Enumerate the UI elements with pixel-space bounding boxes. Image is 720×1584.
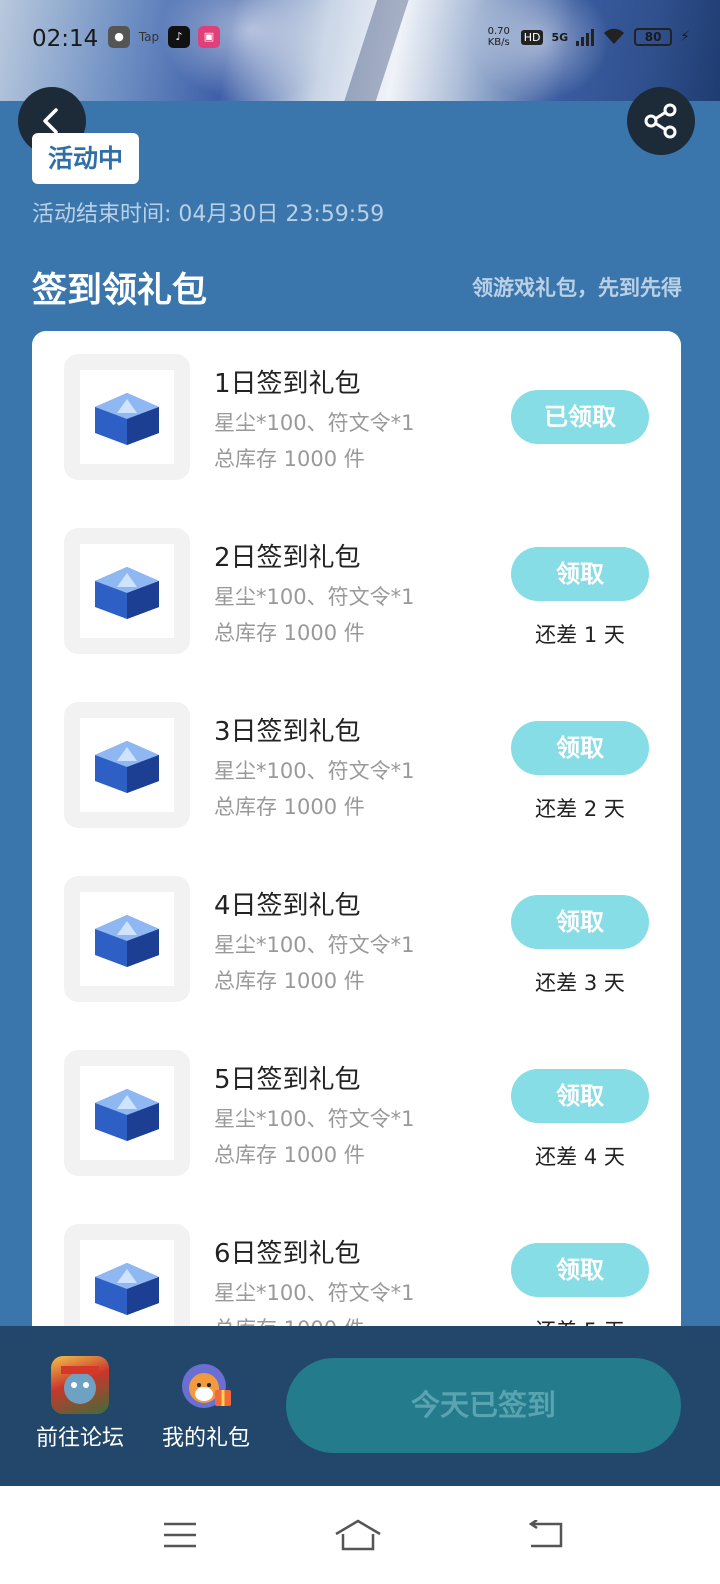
charging-icon: ⚡ <box>680 29 690 45</box>
tiktok-icon: ♪ <box>168 26 190 48</box>
forum-game-icon <box>51 1356 109 1414</box>
net-speed-value: 0.70 <box>487 26 510 37</box>
claimed-button[interactable]: 已领取 <box>511 390 649 444</box>
forum-button[interactable]: 前往论坛 <box>30 1356 130 1452</box>
gift-thumbnail <box>64 528 190 654</box>
gift-thumbnail <box>64 1050 190 1176</box>
claim-button[interactable]: 领取 <box>511 1243 649 1297</box>
gift-thumbnail <box>64 354 190 480</box>
system-navigation-bar <box>0 1486 720 1584</box>
claim-button[interactable]: 领取 <box>511 547 649 601</box>
signed-in-today-button[interactable]: 今天已签到 <box>286 1358 681 1453</box>
treasure-chest-icon <box>95 1263 159 1315</box>
gift-list-card: 1日签到礼包 星尘*100、符文令*1 总库存 1000 件 已领取 2日签到礼… <box>32 331 681 1331</box>
recent-apps-button[interactable] <box>155 1510 205 1560</box>
treasure-chest-icon <box>95 741 159 793</box>
wifi-icon <box>604 28 625 44</box>
menu-icon <box>164 1522 196 1548</box>
forum-label: 前往论坛 <box>35 1426 124 1451</box>
share-button[interactable] <box>627 87 695 155</box>
back-arrow-icon <box>528 1520 563 1548</box>
gift-contents: 星尘*100、符文令*1 <box>214 759 415 783</box>
gift-contents: 星尘*100、符文令*1 <box>214 411 415 435</box>
gift-row-day-4: 4日签到礼包 星尘*100、符文令*1 总库存 1000 件 领取 还差 3 天 <box>32 853 681 1003</box>
treasure-chest-icon <box>95 567 159 619</box>
gift-contents: 星尘*100、符文令*1 <box>214 1281 415 1305</box>
status-time: 02:14 <box>32 26 99 52</box>
days-remaining: 还差 1 天 <box>535 623 625 647</box>
treasure-chest-icon <box>95 915 159 967</box>
net-speed-unit: KB/s <box>487 37 510 48</box>
home-button[interactable] <box>333 1510 383 1560</box>
gift-contents: 星尘*100、符文令*1 <box>214 585 415 609</box>
app-notification-icon: ▣ <box>198 26 220 48</box>
gift-row-day-5: 5日签到礼包 星尘*100、符文令*1 总库存 1000 件 领取 还差 4 天 <box>32 1027 681 1177</box>
activity-end-time: 活动结束时间: 04月30日 23:59:59 <box>32 202 385 227</box>
my-gifts-label: 我的礼包 <box>161 1426 250 1451</box>
network-type: 5G <box>551 30 569 44</box>
gift-stock: 总库存 1000 件 <box>214 1143 365 1167</box>
gift-name: 4日签到礼包 <box>214 891 361 921</box>
gift-name: 3日签到礼包 <box>214 717 361 747</box>
chevron-left-icon <box>43 108 58 134</box>
gift-contents: 星尘*100、符文令*1 <box>214 1107 415 1131</box>
gift-name: 1日签到礼包 <box>214 369 361 399</box>
gift-mascot-icon <box>177 1356 235 1414</box>
gift-stock: 总库存 1000 件 <box>214 969 365 993</box>
days-remaining: 还差 3 天 <box>535 971 625 995</box>
status-bar: 02:14 ● Tap ♪ ▣ 0.70 KB/s HD 5G 80 ⚡ <box>0 20 720 60</box>
treasure-chest-icon <box>95 393 159 445</box>
days-remaining: 还差 2 天 <box>535 797 625 821</box>
hd-icon: HD <box>520 29 544 45</box>
gift-contents: 星尘*100、符文令*1 <box>214 933 415 957</box>
gift-row-day-6: 6日签到礼包 星尘*100、符文令*1 总库存 1000 件 领取 还差 5 天 <box>32 1201 681 1331</box>
share-icon <box>644 103 677 139</box>
signal-icon <box>576 28 595 46</box>
my-gifts-button[interactable]: 我的礼包 <box>156 1356 256 1452</box>
gift-name: 6日签到礼包 <box>214 1239 361 1269</box>
gift-stock: 总库存 1000 件 <box>214 447 365 471</box>
gift-thumbnail <box>64 876 190 1002</box>
gift-row-day-3: 3日签到礼包 星尘*100、符文令*1 总库存 1000 件 领取 还差 2 天 <box>32 679 681 829</box>
section-subtitle: 领游戏礼包，先到先得 <box>472 276 682 300</box>
gift-name: 5日签到礼包 <box>214 1065 361 1095</box>
claim-button[interactable]: 领取 <box>511 721 649 775</box>
gift-row-day-1: 1日签到礼包 星尘*100、符文令*1 总库存 1000 件 已领取 <box>32 331 681 481</box>
home-icon <box>335 1519 381 1551</box>
claim-button[interactable]: 领取 <box>511 1069 649 1123</box>
gift-stock: 总库存 1000 件 <box>214 621 365 645</box>
claim-button[interactable]: 领取 <box>511 895 649 949</box>
gift-stock: 总库存 1000 件 <box>214 795 365 819</box>
gift-row-day-2: 2日签到礼包 星尘*100、符文令*1 总库存 1000 件 领取 还差 1 天 <box>32 505 681 655</box>
wechat-icon: ● <box>108 26 130 48</box>
days-remaining: 还差 4 天 <box>535 1145 625 1169</box>
gift-thumbnail <box>64 702 190 828</box>
section-title: 签到领礼包 <box>32 271 208 311</box>
treasure-chest-icon <box>95 1089 159 1141</box>
bottom-action-bar: 前往论坛 我的礼包 今天已签到 <box>0 1326 720 1486</box>
activity-status-badge: 活动中 <box>32 133 140 184</box>
taptap-icon: Tap <box>138 30 160 44</box>
notification-icons: ● Tap ♪ ▣ <box>108 26 220 48</box>
gift-thumbnail <box>64 1224 190 1331</box>
battery-icon: 80 <box>634 28 673 46</box>
net-speed: 0.70 KB/s <box>485 26 513 48</box>
gift-name: 2日签到礼包 <box>214 543 361 573</box>
back-nav-button[interactable] <box>520 1510 570 1560</box>
system-icons: 0.70 KB/s HD 5G 80 ⚡ <box>485 26 690 48</box>
